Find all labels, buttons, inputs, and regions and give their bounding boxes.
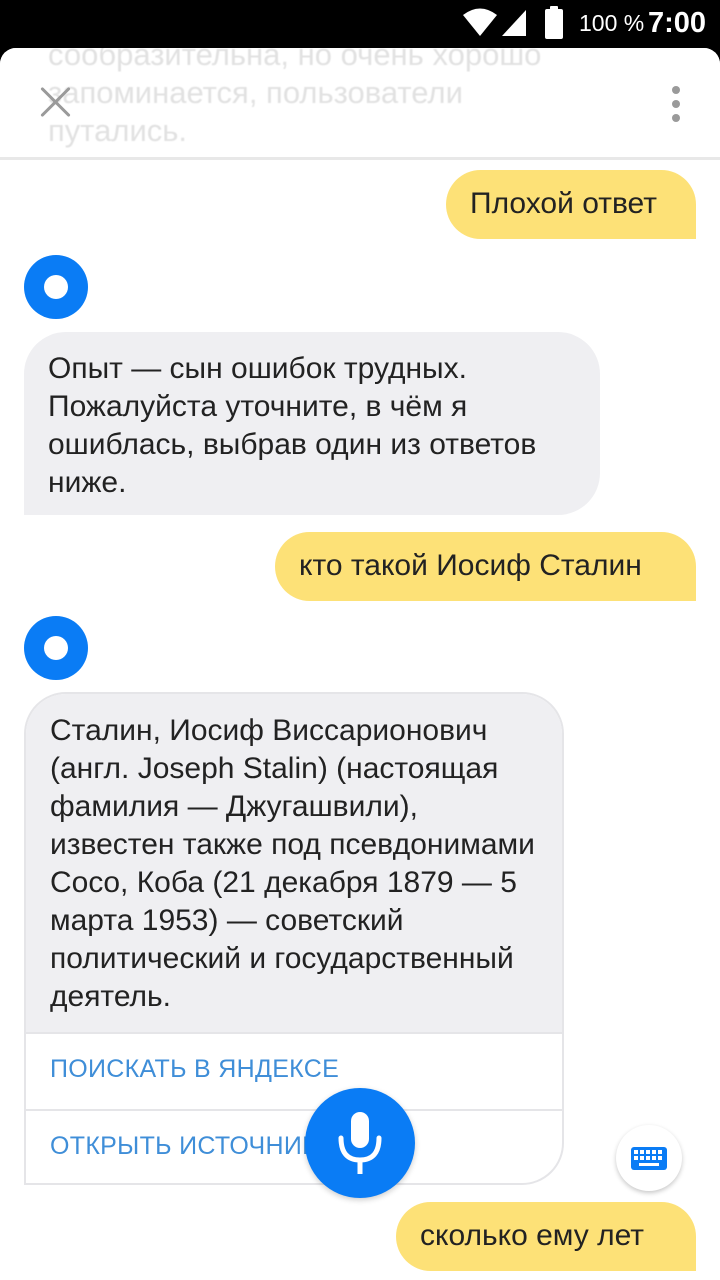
chat-header: сообразительна, но очень хорошо запомина…	[0, 48, 720, 160]
assistant-message: Опыт — сын ошибок трудных. Пожалуйста ут…	[24, 332, 600, 515]
message-text: Плохой ответ	[470, 187, 657, 220]
open-source-button[interactable]: ОТКРЫТЬ ИСТОЧНИК	[26, 1109, 562, 1183]
message-text: сколько ему лет	[420, 1219, 645, 1252]
wifi-icon	[463, 8, 497, 36]
status-bar: 100 % 7:00	[0, 0, 720, 48]
assistant-chat: сообразительна, но очень хорошо запомина…	[0, 48, 720, 1280]
answer-text: Сталин, Иосиф Виссарионович (англ. Josep…	[26, 694, 562, 1032]
close-icon[interactable]	[32, 78, 80, 126]
alice-avatar-icon	[24, 255, 88, 319]
more-vert-icon[interactable]	[662, 84, 690, 124]
user-message: кто такой Иосиф Сталин	[275, 532, 696, 601]
battery-percent: 100 %	[579, 10, 645, 36]
message-text: кто такой Иосиф Сталин	[299, 549, 642, 582]
battery-icon	[545, 6, 563, 39]
user-message: сколько ему лет	[396, 1202, 696, 1271]
user-message: Плохой ответ	[446, 170, 696, 239]
open-source-label: ОТКРЫТЬ ИСТОЧНИК	[50, 1132, 317, 1160]
keyboard-icon	[631, 1147, 667, 1170]
keyboard-button[interactable]	[616, 1125, 682, 1191]
alice-avatar-icon	[24, 616, 88, 680]
search-yandex-button[interactable]: ПОИСКАТЬ В ЯНДЕКСЕ	[26, 1032, 562, 1109]
microphone-icon	[338, 1112, 382, 1174]
message-text: Опыт — сын ошибок трудных. Пожалуйста ут…	[48, 352, 537, 499]
clock: 7:00	[648, 7, 707, 39]
microphone-button[interactable]	[305, 1088, 415, 1198]
answer-card: Сталин, Иосиф Виссарионович (англ. Josep…	[24, 692, 564, 1185]
scrolled-message-fragment: сообразительна, но очень хорошо запомина…	[48, 48, 542, 148]
search-yandex-label: ПОИСКАТЬ В ЯНДЕКСЕ	[50, 1055, 340, 1083]
signal-icon	[502, 10, 526, 36]
